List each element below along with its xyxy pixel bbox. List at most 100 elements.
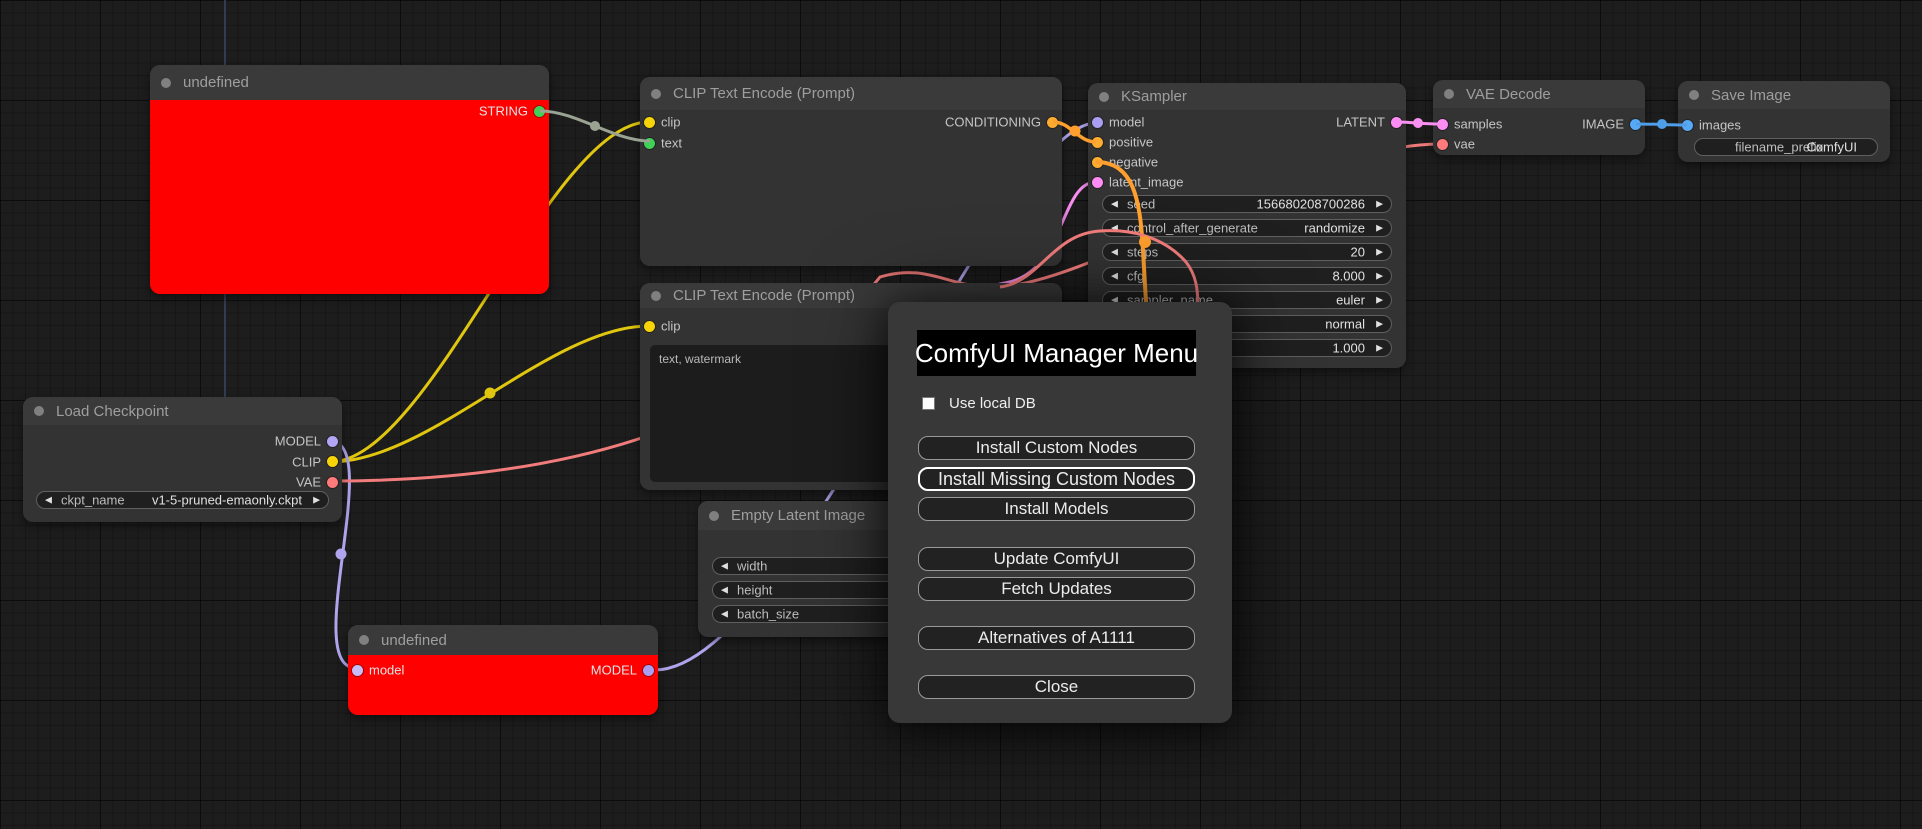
- alternatives-of-a1111-button[interactable]: Alternatives of A1111: [918, 626, 1195, 650]
- node-title-bar[interactable]: Save Image: [1678, 81, 1890, 109]
- widget-increment-icon[interactable]: ▶: [1376, 199, 1383, 209]
- input-label: model: [369, 662, 405, 678]
- output-dot-VAE[interactable]: [327, 476, 338, 488]
- node-title: KSampler: [1121, 88, 1187, 105]
- widget-decrement-icon[interactable]: ◀: [1111, 199, 1118, 209]
- node-title-bar[interactable]: KSampler: [1088, 83, 1406, 110]
- widget-increment-icon[interactable]: ▶: [1376, 295, 1383, 305]
- output-label: STRING: [478, 103, 528, 119]
- widget-value[interactable]: 1.000: [1332, 341, 1365, 356]
- widget-increment-icon[interactable]: ▶: [1376, 319, 1383, 329]
- node-title: VAE Decode: [1466, 85, 1551, 103]
- fetch-updates-button[interactable]: Fetch Updates: [918, 577, 1195, 601]
- input-dot-text[interactable]: [644, 137, 655, 149]
- update-comfyui-button[interactable]: Update ComfyUI: [918, 547, 1195, 571]
- widget-steps[interactable]: ◀ steps 20 ▶: [1102, 243, 1392, 261]
- output-dot-CONDITIONING[interactable]: [1047, 116, 1058, 128]
- install-models-button[interactable]: Install Models: [918, 497, 1195, 521]
- widget-label: width: [737, 558, 768, 574]
- widget-filename_prefix[interactable]: filename_prefix ComfyUI: [1694, 138, 1878, 156]
- widget-increment-icon[interactable]: ▶: [1376, 247, 1383, 257]
- input-dot-clip[interactable]: [644, 320, 655, 332]
- widget-value[interactable]: euler: [1336, 293, 1365, 308]
- widget-control_after_generate[interactable]: ◀ control_after_generate randomize ▶: [1102, 219, 1392, 237]
- input-label: latent_image: [1109, 174, 1184, 190]
- node-undefined-bottom[interactable]: undefined model MODEL: [348, 625, 658, 715]
- widget-value[interactable]: ComfyUI: [1806, 140, 1857, 155]
- widget-cfg[interactable]: ◀ cfg 8.000 ▶: [1102, 267, 1392, 285]
- output-label: LATENT: [1336, 114, 1385, 130]
- widget-label: ckpt_name: [61, 492, 125, 508]
- widget-decrement-icon[interactable]: ◀: [45, 495, 52, 505]
- use-local-db-checkbox[interactable]: [922, 397, 935, 410]
- node-title: CLIP Text Encode (Prompt): [673, 85, 856, 102]
- close-button[interactable]: Close: [918, 675, 1195, 699]
- link-midpoint-dot: [484, 387, 496, 399]
- widget-decrement-icon[interactable]: ◀: [721, 561, 728, 571]
- node-status-icon: [1689, 90, 1699, 100]
- input-dot-images[interactable]: [1682, 119, 1693, 131]
- widget-seed[interactable]: ◀ seed 156680208700286 ▶: [1102, 195, 1392, 213]
- input-label: negative: [1109, 154, 1159, 170]
- node-status-icon: [1444, 89, 1454, 99]
- widget-value[interactable]: 8.000: [1332, 269, 1365, 284]
- output-dot-MODEL[interactable]: [643, 664, 654, 676]
- widget-increment-icon[interactable]: ▶: [313, 495, 320, 505]
- widget-decrement-icon[interactable]: ◀: [1111, 271, 1118, 281]
- widget-label: height: [737, 582, 773, 598]
- node-vae-decode[interactable]: VAE Decode samples vae IMAGE: [1433, 80, 1645, 155]
- node-undefined-top[interactable]: undefined STRING: [150, 65, 549, 294]
- node-title: Save Image: [1711, 86, 1792, 104]
- widget-label: seed: [1127, 196, 1156, 212]
- node-status-icon: [359, 635, 369, 645]
- input-dot-positive[interactable]: [1092, 136, 1103, 148]
- input-label: clip: [661, 318, 681, 334]
- link-midpoint-dot: [1413, 118, 1423, 128]
- input-dot-samples[interactable]: [1437, 118, 1448, 130]
- input-dot-vae[interactable]: [1437, 138, 1448, 150]
- comfyui-manager-dialog: ComfyUI Manager Menu Use local DB Instal…: [888, 302, 1232, 723]
- widget-value[interactable]: normal: [1325, 317, 1365, 332]
- widget-increment-icon[interactable]: ▶: [1376, 271, 1383, 281]
- node-load-checkpoint[interactable]: Load Checkpoint MODEL CLIP VAE ◀ ckpt_name v1-…: [23, 397, 342, 522]
- widget-increment-icon[interactable]: ▶: [1376, 343, 1383, 353]
- widget-decrement-icon[interactable]: ◀: [721, 585, 728, 595]
- widget-label: steps: [1127, 244, 1159, 260]
- node-title-bar[interactable]: undefined: [348, 625, 658, 655]
- output-dot-LATENT[interactable]: [1391, 116, 1402, 128]
- input-dot-negative[interactable]: [1092, 156, 1103, 168]
- widget-value[interactable]: randomize: [1304, 221, 1365, 236]
- widget-decrement-icon[interactable]: ◀: [1111, 247, 1118, 257]
- widget-increment-icon[interactable]: ▶: [1376, 223, 1383, 233]
- widget-value[interactable]: 20: [1351, 245, 1365, 260]
- node-title-bar[interactable]: VAE Decode: [1433, 80, 1645, 108]
- output-dot-MODEL[interactable]: [327, 435, 338, 447]
- output-dot-IMAGE[interactable]: [1630, 118, 1641, 130]
- input-label: clip: [661, 114, 681, 130]
- input-dot-latent_image[interactable]: [1092, 176, 1103, 188]
- input-dot-model[interactable]: [1092, 116, 1103, 128]
- widget-ckpt_name[interactable]: ◀ ckpt_name v1-5-pruned-emaonly.ckpt ▶: [36, 491, 329, 509]
- node-title-bar[interactable]: undefined: [150, 65, 549, 100]
- input-dot-model[interactable]: [352, 664, 363, 676]
- output-label: MODEL: [590, 662, 637, 678]
- widget-label: control_after_generate: [1127, 220, 1258, 236]
- widget-value[interactable]: v1-5-pruned-emaonly.ckpt: [152, 493, 302, 508]
- node-graph-canvas[interactable]: undefined STRING CLIP Text Encode (Prompt)…: [0, 0, 1922, 829]
- node-status-icon: [34, 406, 44, 416]
- install-custom-nodes-button[interactable]: Install Custom Nodes: [918, 436, 1195, 460]
- input-dot-clip[interactable]: [644, 116, 655, 128]
- node-title-bar[interactable]: CLIP Text Encode (Prompt): [640, 77, 1062, 110]
- node-title: Load Checkpoint: [56, 402, 169, 420]
- output-dot-STRING[interactable]: [534, 105, 545, 117]
- input-label: positive: [1109, 134, 1154, 150]
- widget-decrement-icon[interactable]: ◀: [721, 609, 728, 619]
- install-missing-custom-nodes-button[interactable]: Install Missing Custom Nodes: [918, 467, 1195, 491]
- node-title-bar[interactable]: Load Checkpoint: [23, 397, 342, 425]
- node-save-image[interactable]: Save Image images filename_prefix ComfyUI: [1678, 81, 1890, 162]
- node-clip-text-encode-1[interactable]: CLIP Text Encode (Prompt) clip text CONDITI…: [640, 77, 1062, 266]
- widget-value[interactable]: 156680208700286: [1257, 197, 1365, 212]
- widget-decrement-icon[interactable]: ◀: [1111, 223, 1118, 233]
- use-local-db-label: Use local DB: [949, 395, 1036, 412]
- output-dot-CLIP[interactable]: [327, 456, 338, 467]
